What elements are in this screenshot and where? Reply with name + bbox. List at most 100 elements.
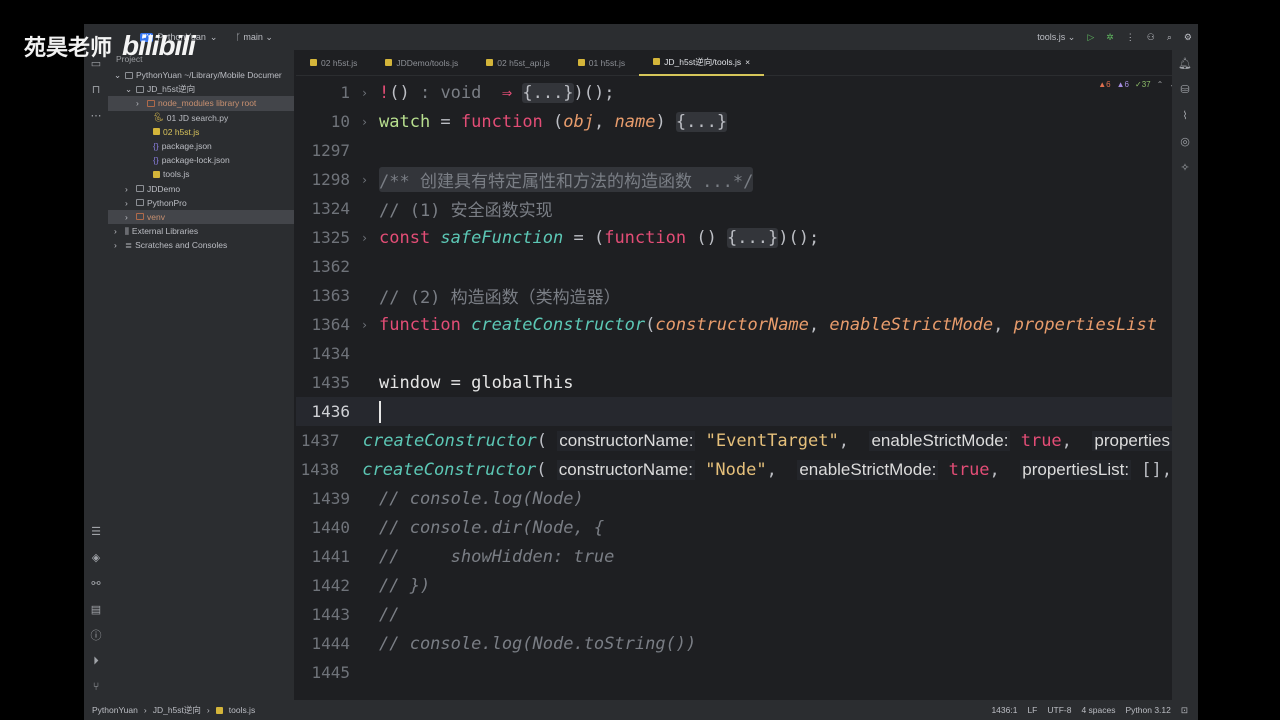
more-tools-icon[interactable]: ⋯ [91,102,102,128]
branch-name: main [243,31,263,42]
code-line[interactable]: 10 › watch = function (obj, name) {...} [296,107,1172,136]
code-editor[interactable]: 1 ›!() : void ⇒ {...})(); 10 › watch = funct… [296,76,1172,700]
run-icon[interactable]: ▷ [1087,32,1094,43]
git-icon[interactable]: ⑂ [93,674,100,700]
branch-switcher[interactable]: ᚴ main ⌄ [235,32,272,43]
code-line[interactable]: 1439 // console.log(Node) [296,484,1172,513]
tree-item[interactable]: ⌄ JD_h5st逆向 [108,82,294,96]
lock-icon[interactable]: ⊡ [1181,705,1188,716]
folded-block[interactable]: {...} [727,227,779,248]
code-line[interactable]: 1435 window = globalThis [296,368,1172,397]
chevron-down-icon[interactable]: ⌄ [114,70,122,81]
fold-chevron-icon[interactable]: › [350,318,379,332]
add-user-icon[interactable]: ⚇ [1147,32,1155,43]
code-line[interactable]: 1443 // [296,600,1172,629]
tab-3[interactable]: 01 h5st.js [564,50,639,76]
chevron-right-icon[interactable]: › [125,212,133,222]
line-number: 1438 [300,460,340,479]
folded-block[interactable]: {...} [675,111,728,132]
python-console-icon[interactable]: ⚯ [91,570,100,596]
code-token: : void [409,82,502,103]
tree-item[interactable]: 🐍︎ 01 JD search.py [108,111,294,125]
tab-label: JDDemo/tools.js [396,57,459,68]
structure-icon[interactable]: ☰ [91,518,101,544]
code-line[interactable]: 1442 // }) [296,571,1172,600]
code-token: , [989,459,1021,480]
code-line[interactable]: 1437 createConstructor( constructorName: … [296,426,1172,455]
fold-chevron-icon[interactable]: › [350,115,379,129]
run-panel-icon[interactable]: ⏵ [93,648,99,674]
folder-icon [136,213,144,221]
tree-item[interactable]: 02 h5st.js [108,125,294,139]
code-line[interactable]: 1364 › function createConstructor(construc… [296,310,1172,339]
debug-icon[interactable]: ✲ [1106,32,1114,43]
tab-2[interactable]: 02 h5st_api.js [472,50,563,76]
code-line[interactable]: 1438 createConstructor( constructorName: … [296,455,1172,484]
breadcrumb-project[interactable]: PythonYuan [92,705,138,715]
fold-chevron-icon[interactable]: › [350,231,379,245]
line-number: 1325 [311,228,350,247]
code-line[interactable]: 1 ›!() : void ⇒ {...})(); [296,78,1172,107]
ai-assistant-icon[interactable]: ✧ [1180,154,1189,180]
settings-icon[interactable]: ⚙ [1184,32,1192,43]
code-line[interactable]: 1444 // console.log(Node.toString()) [296,629,1172,658]
interpreter[interactable]: Python 3.12 [1126,705,1171,716]
code-line[interactable]: 1440 // console.dir(Node, { [296,513,1172,542]
breadcrumb-folder[interactable]: JD_h5st逆向 [153,704,201,716]
indent-setting[interactable]: 4 spaces [1081,705,1115,716]
layers-icon[interactable]: ◈ [92,544,100,570]
folded-block[interactable]: {...} [522,82,574,103]
notifications-icon[interactable]: 🔔︎ [1178,50,1192,76]
endpoints-icon[interactable]: ◎ [1180,128,1190,154]
run-config-selector[interactable]: tools.js ⌄ [1037,32,1075,43]
chevron-right-icon[interactable]: › [125,184,133,194]
chevron-right-icon[interactable]: › [114,226,122,236]
tree-item[interactable]: › node_modules library root [108,96,294,111]
tab-4[interactable]: JD_h5st逆向/tools.js × [639,50,765,76]
tree-item[interactable]: ⌄ PythonYuan ~/Library/Mobile Documer [108,68,294,82]
code-line[interactable]: 1325 › const safeFunction = (function () {… [296,223,1172,252]
tree-item[interactable]: {} package.json [108,139,294,153]
line-number: 1439 [311,489,350,508]
chevron-right-icon[interactable]: › [114,240,122,250]
code-line[interactable]: 1441 // showHidden: true [296,542,1172,571]
tree-item[interactable]: › ≣ Scratches and Consoles [108,238,294,252]
tree-item[interactable]: › ⫼ External Libraries [108,224,294,238]
code-token: = [430,111,461,132]
tab-1[interactable]: JDDemo/tools.js [371,50,472,76]
chevron-right-icon[interactable]: › [136,98,144,108]
code-line[interactable]: 1363 // (2) 构造函数（类构造器） [296,281,1172,310]
close-tab-icon[interactable]: × [745,57,750,67]
code-line[interactable]: 1362 [296,252,1172,281]
folded-comment[interactable]: /** 创建具有特定属性和方法的构造函数 ...*/ [379,167,754,192]
sciview-icon[interactable]: ⌇ [1182,102,1187,128]
breadcrumb-file[interactable]: tools.js [229,705,255,715]
tree-item[interactable]: tools.js [108,167,294,181]
code-line[interactable]: 1297 [296,136,1172,165]
code-line[interactable]: 1434 [296,339,1172,368]
code-line[interactable]: 1436 [296,397,1172,426]
code-token: safeFunction [440,227,564,248]
tree-item[interactable]: › venv [108,209,294,225]
code-line[interactable]: 1298 ›/** 创建具有特定属性和方法的构造函数 ...*/ [296,165,1172,194]
tree-item[interactable]: {} package-lock.json [108,153,294,167]
code-line[interactable]: 1445 [296,658,1172,687]
code-line[interactable]: 1324 // (1) 安全函数实现 [296,194,1172,223]
services-icon[interactable]: ▤ [91,596,101,622]
file-encoding[interactable]: UTF-8 [1047,705,1071,716]
caret-position[interactable]: 1436:1 [991,705,1017,716]
fold-chevron-icon[interactable]: › [350,173,379,187]
tree-item[interactable]: › PythonPro [108,196,294,210]
chevron-right-icon[interactable]: › [125,198,133,208]
chevron-down-icon[interactable]: ⌄ [125,84,133,95]
search-icon[interactable]: ⌕ [1167,32,1172,43]
database-icon[interactable]: ⛁ [1180,76,1189,102]
fold-chevron-icon[interactable]: › [350,86,379,100]
more-icon[interactable]: ⋮ [1126,32,1135,43]
tree-item[interactable]: › JDDemo [108,182,294,196]
bookmarks-icon[interactable]: ⊓ [92,76,101,102]
problems-icon[interactable]: ⓘ [91,622,102,648]
tab-0[interactable]: 02 h5st.js [296,50,371,76]
line-separator[interactable]: LF [1027,705,1037,716]
